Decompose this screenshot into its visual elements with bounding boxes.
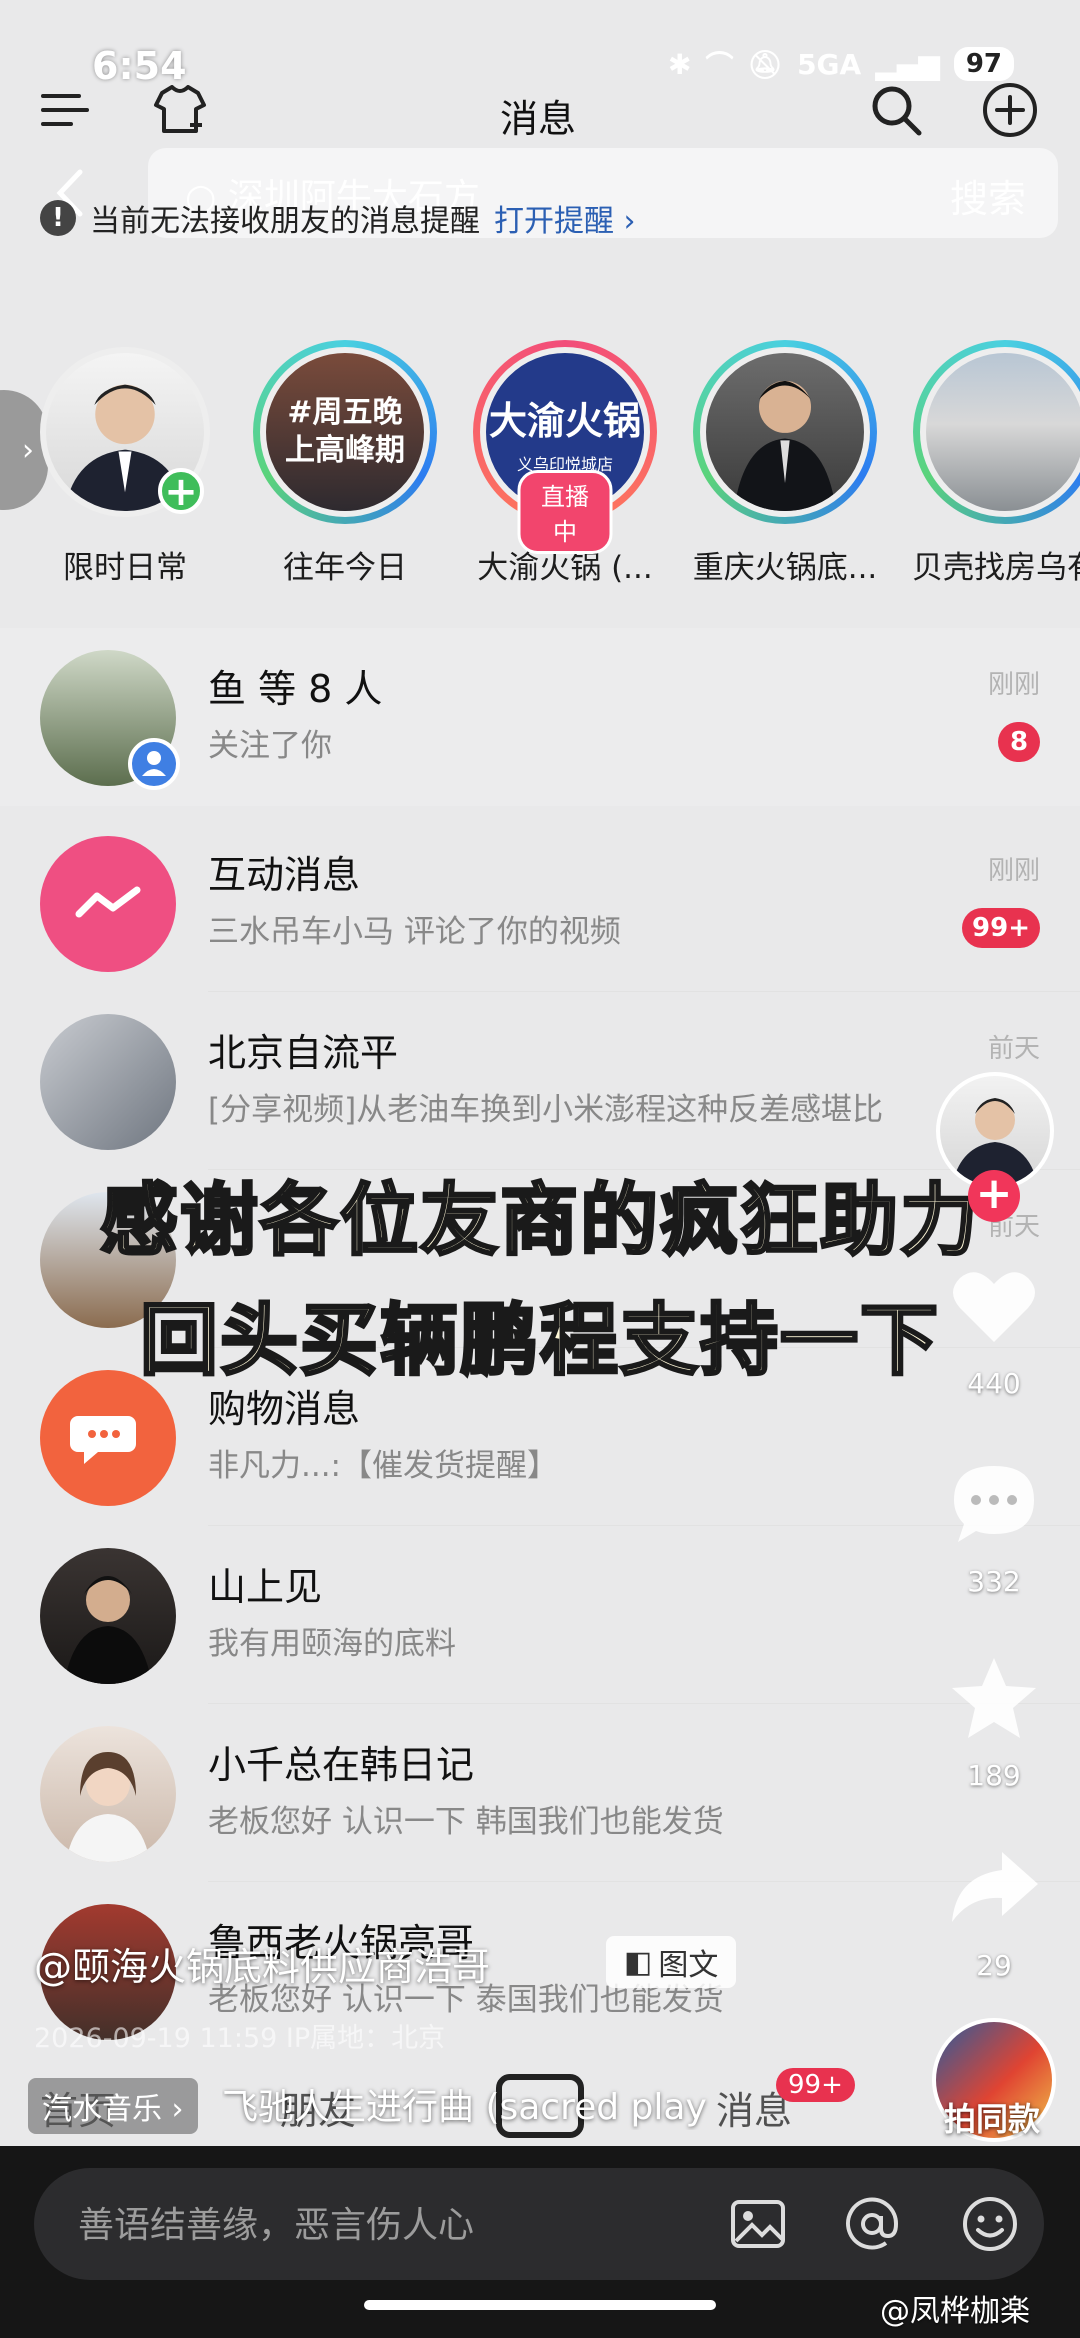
post-meta: 2026-09-19 11:59 IP属地：北京 xyxy=(34,2023,446,2054)
story-label: 贝壳找房乌有 xyxy=(912,550,1080,586)
avatar xyxy=(40,836,176,972)
shirt-plus-icon[interactable] xyxy=(150,80,210,140)
avatar xyxy=(920,347,1080,517)
avatar xyxy=(40,1726,176,1862)
message-name: 鱼 等 8 人 xyxy=(208,667,383,711)
same-style-label[interactable]: 拍同款 xyxy=(944,2094,1040,2140)
share-arrow-icon xyxy=(952,1852,1038,1922)
avatar xyxy=(700,347,870,517)
avatar xyxy=(40,1014,176,1150)
earbuds-icon: ⌒ xyxy=(705,49,734,82)
message-preview: [分享视频]从老油车换到小米澎程这种反差感堪比 xyxy=(208,1092,884,1128)
message-preview: 老板您好 认识一下 韩国我们也能发货 xyxy=(208,1804,724,1840)
network-label: 5GA xyxy=(797,47,862,81)
message-name: 互动消息 xyxy=(208,853,361,897)
message-preview: 关注了你 xyxy=(208,728,332,764)
message-name: 山上见 xyxy=(208,1565,323,1609)
story-item-memories[interactable]: #周五晚上高峰期 往年今日 xyxy=(250,340,440,587)
story-label: 往年今日 xyxy=(283,550,407,586)
message-preview: 非凡力...:【催发货提醒】 xyxy=(208,1448,559,1484)
warning-icon: ! xyxy=(40,200,76,236)
avatar: #周五晚上高峰期 xyxy=(260,347,430,517)
story-item-chongqing-hotpot[interactable]: 重庆火锅底... xyxy=(690,340,880,587)
interaction-icon xyxy=(75,886,141,918)
message-time: 刚刚 xyxy=(987,670,1040,700)
comment-button[interactable]: 332 xyxy=(944,1456,1044,1598)
open-notifications-link[interactable]: 打开提醒 › xyxy=(494,196,636,240)
comment-count: 332 xyxy=(967,1565,1021,1598)
overlay-search-button[interactable]: 搜索 xyxy=(950,168,1026,223)
story-item-my-daily[interactable]: + 限时日常 xyxy=(30,340,220,587)
share-button[interactable]: 29 xyxy=(944,1840,1044,1982)
unread-badge: 99+ xyxy=(962,908,1040,948)
share-count: 29 xyxy=(976,1949,1012,1982)
story-label: 限时日常 xyxy=(63,550,187,586)
user-icon xyxy=(128,738,180,790)
video-caption-line1: 感谢各位友商的疯狂助力 xyxy=(98,1175,980,1268)
story-item-dayu-hotpot[interactable]: 大渝火锅 义乌印悦城店 直播中 大渝火锅 (... xyxy=(470,340,660,587)
bluetooth-icon: ✱ xyxy=(668,47,692,81)
message-name: 北京自流平 xyxy=(208,1031,399,1075)
post-author[interactable]: @颐海火锅底料供应商浩哥 xyxy=(34,1936,490,1991)
avatar xyxy=(40,1370,176,1506)
comment-placeholder: 善语结善缘，恶言伤人心 xyxy=(78,2205,475,2246)
message-time: 前天 xyxy=(987,1034,1040,1064)
battery-indicator: 97 xyxy=(953,47,1014,81)
shopping-chat-icon xyxy=(70,1416,136,1464)
message-name: 小千总在韩日记 xyxy=(208,1743,475,1787)
live-badge: 直播中 xyxy=(517,470,613,554)
status-icons: ✱ ⌒ 🔕︎ 5GA ▂▄▆ 97 xyxy=(668,44,1014,84)
add-story-icon[interactable]: + xyxy=(158,468,204,514)
avatar xyxy=(40,1548,176,1684)
bg-nav-badge: 99+ xyxy=(776,2068,855,2102)
watermark: @凤桦枷楽 xyxy=(880,2294,1030,2329)
star-icon xyxy=(952,1658,1036,1738)
search-icon[interactable] xyxy=(866,80,926,140)
heart-icon xyxy=(953,1272,1035,1342)
message-preview: 我有用颐海的底料 xyxy=(208,1626,456,1662)
post-type-tag: ◧ 图文 xyxy=(606,1936,737,1988)
stories-row: + 限时日常 #周五晚上高峰期 往年今日 大渝火锅 义乌印悦城店 直播中 大渝火… xyxy=(0,340,1080,600)
message-time: 刚刚 xyxy=(987,856,1040,886)
story-cover-text: #周五晚上高峰期 xyxy=(285,395,405,468)
follow-button[interactable]: + xyxy=(968,1170,1020,1222)
music-title[interactable]: 飞驰人生进行曲 (sacred play xyxy=(222,2078,712,2130)
music-source-tag[interactable]: 汽水音乐 › xyxy=(28,2078,198,2134)
story-cover-text: 大渝火锅 xyxy=(488,398,641,443)
list-item[interactable]: 北京自流平 [分享视频]从老油车换到小米澎程这种反差感堪比 前天 xyxy=(0,992,1080,1170)
list-item[interactable]: 山上见 我有用颐海的底料 xyxy=(0,1526,1080,1704)
list-item[interactable]: 互动消息 三水吊车小马 评论了你的视频 刚刚 99+ xyxy=(0,814,1080,992)
mention-icon[interactable] xyxy=(840,2192,904,2256)
notice-text: 当前无法接收朋友的消息提醒 xyxy=(90,204,480,239)
list-item[interactable]: 小千总在韩日记 老板您好 认识一下 韩国我们也能发货 xyxy=(0,1704,1080,1882)
list-item[interactable]: 鱼 等 8 人 关注了你 刚刚 8 xyxy=(0,628,1080,806)
emoji-icon[interactable] xyxy=(958,2192,1022,2256)
home-indicator[interactable] xyxy=(364,2300,716,2310)
notification-notice: ! 当前无法接收朋友的消息提醒 打开提醒 › xyxy=(40,196,636,240)
menu-icon[interactable] xyxy=(36,80,96,140)
comment-icon xyxy=(954,1466,1034,1542)
story-item-beike[interactable]: 贝壳找房乌有 xyxy=(910,340,1080,587)
mute-icon: 🔕︎ xyxy=(747,47,784,81)
page-title: 消息 xyxy=(500,97,577,141)
message-preview: 三水吊车小马 评论了你的视频 xyxy=(208,914,621,950)
image-text-icon: ◧ xyxy=(624,1944,653,1980)
video-caption-line2: 回头买辆鹏程支持一下 xyxy=(138,1295,940,1388)
signal-icon: ▂▄▆ xyxy=(875,47,940,81)
favorite-button[interactable]: 189 xyxy=(944,1650,1044,1792)
favorite-count: 189 xyxy=(967,1759,1021,1792)
add-icon[interactable] xyxy=(980,80,1040,140)
story-label: 重庆火锅底... xyxy=(692,550,878,586)
unread-badge: 8 xyxy=(998,722,1040,762)
like-button[interactable]: 440 xyxy=(944,1258,1044,1400)
image-icon[interactable] xyxy=(726,2192,790,2256)
like-count: 440 xyxy=(967,1367,1021,1400)
